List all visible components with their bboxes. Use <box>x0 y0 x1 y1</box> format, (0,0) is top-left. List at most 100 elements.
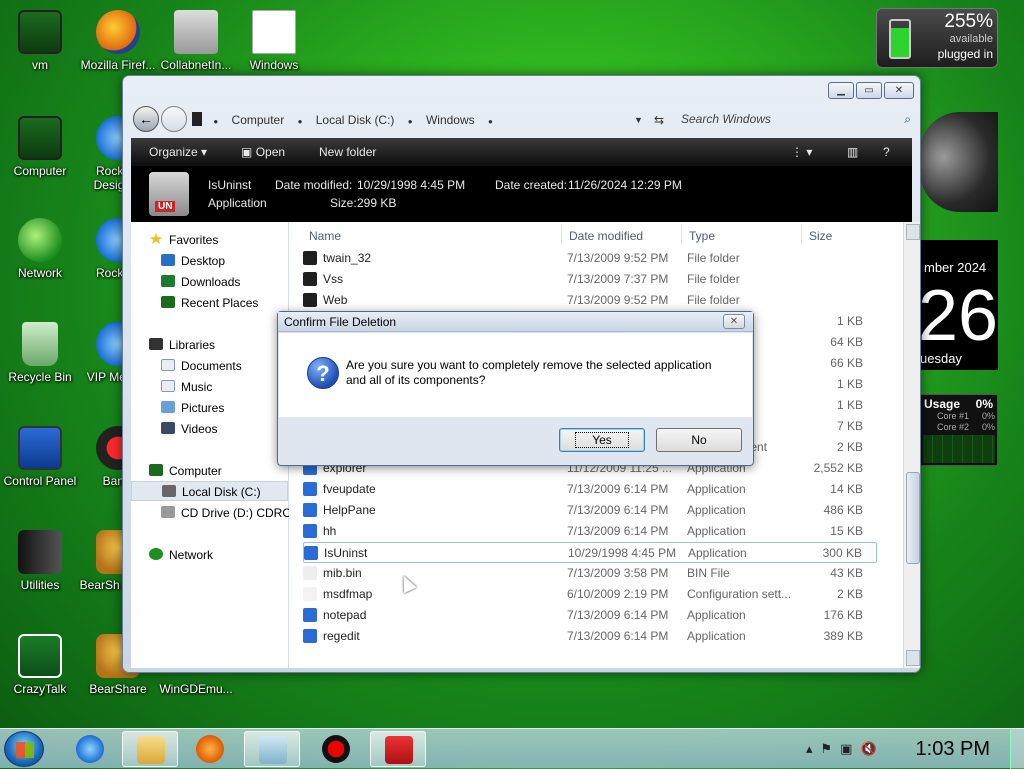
nav-computer[interactable]: Computer <box>149 461 222 481</box>
file-date: 7/13/2009 7:37 PM <box>567 272 669 286</box>
table-row[interactable]: msdfmap 6/10/2009 2:19 PM Configuration se… <box>303 584 877 605</box>
desktop-icon-utilities[interactable]: Utilities <box>0 530 80 592</box>
address-bar[interactable]: ● Computer ● Local Disk (C:) ● Windows ●… <box>191 107 664 132</box>
no-button[interactable]: No <box>656 428 742 452</box>
address-dropdown-icon[interactable]: ▼ <box>634 108 643 132</box>
nav-libraries[interactable]: Libraries <box>149 335 215 355</box>
nav-network[interactable]: Network <box>149 545 213 565</box>
column-size[interactable]: Size <box>809 226 832 246</box>
nav-downloads[interactable]: Downloads <box>161 272 240 292</box>
table-row[interactable]: notepad 7/13/2009 6:14 PM Application 176 K… <box>303 605 877 626</box>
table-row[interactable]: IsUninst 10/29/1998 4:45 PM Application 300… <box>303 542 877 563</box>
minimize-button[interactable]: ▁ <box>828 82 854 99</box>
table-row[interactable]: Web 7/13/2009 9:52 PM File folder <box>303 290 877 311</box>
desktop-icon-network[interactable]: Network <box>0 218 80 280</box>
details-modified: 10/29/1998 4:45 PM <box>357 178 466 192</box>
table-row[interactable]: regedit 7/13/2009 6:14 PM Application 389 K… <box>303 626 877 647</box>
system-tray[interactable]: ▴⚑▣🔇 <box>806 741 885 757</box>
nav-desktop[interactable]: Desktop <box>161 251 225 271</box>
taskbar-recorder[interactable] <box>308 731 364 767</box>
file-size: 486 KB <box>823 503 863 517</box>
taskbar-uninstall[interactable] <box>370 731 426 767</box>
desktop-icon-recycle-bin[interactable]: Recycle Bin <box>0 322 80 384</box>
crazytalk-icon <box>18 634 62 678</box>
table-row[interactable]: Vss 7/13/2009 7:37 PM File folder <box>303 269 877 290</box>
desktop-icon-control-panel[interactable]: Control Panel <box>0 426 80 488</box>
nav-music[interactable]: Music <box>161 377 212 397</box>
desktop-icon-firefox[interactable]: Mozilla Firef... <box>78 10 158 72</box>
breadcrumb-computer[interactable]: Computer <box>232 113 285 127</box>
calendar-gadget[interactable]: mber 2024 26 uesday <box>918 240 998 370</box>
nav-local-disk[interactable]: Local Disk (C:) <box>131 481 288 501</box>
dialog-close-button[interactable]: ✕ <box>723 314 745 329</box>
file-type: Application <box>687 503 746 517</box>
yes-button[interactable]: Yes <box>559 428 645 452</box>
confirm-delete-dialog[interactable]: Confirm File Deletion ✕ ? Are you sure y… <box>277 311 754 466</box>
search-icon[interactable]: ⌕ <box>904 107 911 131</box>
desktop-icon-crazytalk[interactable]: CrazyTalk <box>0 634 80 696</box>
back-button[interactable]: ← <box>133 106 159 132</box>
file-icon <box>303 524 317 538</box>
file-size: 14 KB <box>830 482 863 496</box>
music-icon <box>161 380 175 392</box>
column-type[interactable]: Type <box>689 226 715 246</box>
desktop-icon-computer[interactable]: Computer <box>0 116 80 178</box>
cpu-core1: Core #1 0% <box>937 411 995 421</box>
nav-favorites[interactable]: Favorites <box>149 230 218 250</box>
file-date: 7/13/2009 9:52 PM <box>567 293 669 307</box>
cpu-percent: 0% <box>975 397 993 411</box>
views-button[interactable]: ⋮ ▾ <box>791 138 812 166</box>
taskbar-ie[interactable] <box>62 731 118 767</box>
taskbar-clock[interactable]: 1:03 PM <box>916 738 990 761</box>
breadcrumb-separator-icon: ● <box>297 117 303 126</box>
table-row[interactable]: HelpPane 7/13/2009 6:14 PM Application 486 … <box>303 500 877 521</box>
start-button[interactable] <box>4 731 44 767</box>
nav-cd-drive[interactable]: CD Drive (D:) CDROM <box>161 503 302 523</box>
vertical-scrollbar[interactable] <box>903 222 920 668</box>
battery-gadget[interactable]: 255% available plugged in <box>876 8 998 68</box>
pictures-icon <box>161 401 175 413</box>
ie-icon <box>76 735 104 763</box>
folder-icon <box>137 736 165 764</box>
taskbar-app[interactable] <box>244 731 300 767</box>
close-button[interactable]: ✕ <box>884 82 914 99</box>
desktop-icon-windows[interactable]: Windows <box>234 10 314 72</box>
desktop-icon-wingdemu[interactable]: WinGDEmu... <box>156 682 236 696</box>
taskbar-media-player[interactable] <box>182 731 238 767</box>
show-desktop-button[interactable] <box>1010 729 1024 769</box>
file-type: Application <box>687 629 746 643</box>
breadcrumb-local-disk[interactable]: Local Disk (C:) <box>316 113 395 127</box>
table-row[interactable]: hh 7/13/2009 6:14 PM Application 15 KB <box>303 521 877 542</box>
help-icon[interactable]: ? <box>883 138 890 166</box>
cpu-meter-gadget[interactable]: Usage 0% Core #1 0% Core #2 0% <box>920 394 998 466</box>
table-row[interactable]: mib.bin 7/13/2009 3:58 PM BIN File 43 KB <box>303 563 877 584</box>
table-row[interactable]: twain_32 7/13/2009 9:52 PM File folder <box>303 248 877 269</box>
maximize-button[interactable]: ▭ <box>856 82 882 99</box>
file-type: Application <box>687 482 746 496</box>
nav-recent-places[interactable]: Recent Places <box>161 293 258 313</box>
nav-videos[interactable]: Videos <box>161 419 217 439</box>
question-icon: ? <box>307 357 339 389</box>
preview-pane-icon[interactable]: ▥ <box>847 138 858 166</box>
column-date-modified[interactable]: Date modified <box>569 226 643 246</box>
taskbar-explorer[interactable] <box>122 731 178 767</box>
column-name[interactable]: Name <box>309 226 341 246</box>
new-folder-button[interactable]: New folder <box>319 138 376 166</box>
clock-gadget[interactable] <box>920 112 998 212</box>
breadcrumb-windows[interactable]: Windows <box>426 113 475 127</box>
scroll-up-icon[interactable] <box>906 224 920 240</box>
search-input[interactable]: Search Windows ⌕ <box>679 107 915 131</box>
scroll-down-icon[interactable] <box>906 650 920 666</box>
nav-documents[interactable]: Documents <box>161 356 242 376</box>
table-row[interactable]: fveupdate 7/13/2009 6:14 PM Application 14 … <box>303 479 877 500</box>
forward-button[interactable] <box>161 106 187 132</box>
file-name: Vss <box>303 269 343 290</box>
desktop-icon-collabnet[interactable]: CollabnetIn... <box>156 10 236 72</box>
battery-percent: 255% <box>944 11 993 32</box>
open-button[interactable]: ▣ Open <box>241 138 285 166</box>
refresh-icon[interactable]: ⇆ <box>654 108 664 132</box>
nav-pictures[interactable]: Pictures <box>161 398 224 418</box>
organize-button[interactable]: Organize ▾ <box>149 138 207 166</box>
desktop-icon-vm[interactable]: vm <box>0 10 80 72</box>
scroll-thumb[interactable] <box>906 472 920 564</box>
